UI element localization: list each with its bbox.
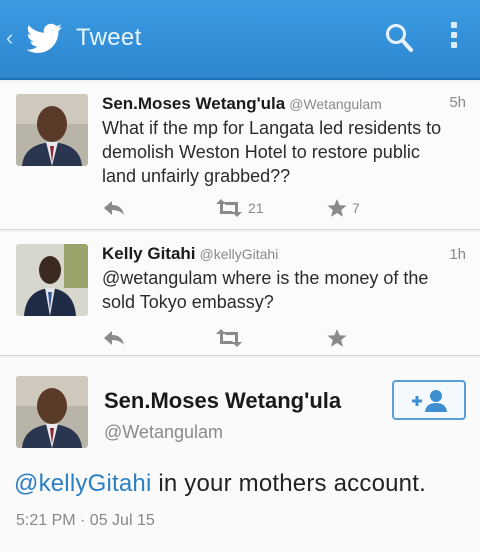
avatar[interactable] xyxy=(16,244,88,316)
overflow-menu-icon[interactable] xyxy=(448,22,460,56)
detail-tweet-text: @kellyGitahi in your mothers account. xyxy=(14,470,426,498)
retweet-icon xyxy=(216,329,242,347)
tweet-time: 1h xyxy=(449,246,466,263)
tweet-text: What if the mp for Langata led residents… xyxy=(102,118,442,186)
add-user-icon xyxy=(412,390,447,412)
retweet-button[interactable]: 21 xyxy=(214,196,264,220)
tweet-author[interactable]: Kelly Gitahi @kellyGitahi xyxy=(102,244,278,264)
retweet-count: 21 xyxy=(248,200,264,216)
tweet-text: @wetangulam where is the money of the so… xyxy=(102,268,429,312)
favorite-button[interactable] xyxy=(326,326,352,350)
favorite-count: 7 xyxy=(352,200,360,216)
retweet-icon xyxy=(216,199,242,217)
avatar[interactable] xyxy=(16,376,88,448)
author-handle: @kellyGitahi xyxy=(199,246,279,262)
tweet-time: 5h xyxy=(449,94,466,111)
timeline-tweet[interactable]: Sen.Moses Wetang'ula @Wetangulam 5h What … xyxy=(0,82,480,230)
reply-icon xyxy=(104,201,124,215)
reply-button[interactable] xyxy=(102,326,126,350)
author-name: Sen.Moses Wetang'ula xyxy=(102,94,286,113)
screen-title: Tweet xyxy=(76,24,142,51)
reply-button[interactable] xyxy=(102,196,126,220)
back-chevron-icon[interactable]: ‹ xyxy=(6,26,20,50)
timeline-tweet[interactable]: Kelly Gitahi @kellyGitahi 1h @wetangulam … xyxy=(0,232,480,356)
detail-timestamp: 5:21 PM · 05 Jul 15 xyxy=(16,512,155,529)
twitter-bird-icon[interactable] xyxy=(26,22,64,54)
follow-button[interactable] xyxy=(392,380,466,420)
detail-text-body: in your mothers account. xyxy=(151,470,426,497)
detail-author-handle[interactable]: @Wetangulam xyxy=(104,422,223,443)
tweet-actions xyxy=(96,326,396,350)
tweet-actions: 21 7 xyxy=(96,196,396,220)
search-icon[interactable] xyxy=(384,22,414,54)
star-icon xyxy=(327,199,347,217)
author-name: Kelly Gitahi xyxy=(102,244,196,263)
favorite-button[interactable]: 7 xyxy=(326,196,360,220)
detail-author-name[interactable]: Sen.Moses Wetang'ula xyxy=(104,388,341,414)
avatar[interactable] xyxy=(16,94,88,166)
reply-icon xyxy=(104,331,124,345)
tweet-author[interactable]: Sen.Moses Wetang'ula @Wetangulam xyxy=(102,94,382,114)
app-bar: ‹ Tweet xyxy=(0,0,480,80)
retweet-button[interactable] xyxy=(214,326,248,350)
mention-link[interactable]: @kellyGitahi xyxy=(14,470,151,497)
author-handle: @Wetangulam xyxy=(289,96,382,112)
star-icon xyxy=(327,329,347,347)
